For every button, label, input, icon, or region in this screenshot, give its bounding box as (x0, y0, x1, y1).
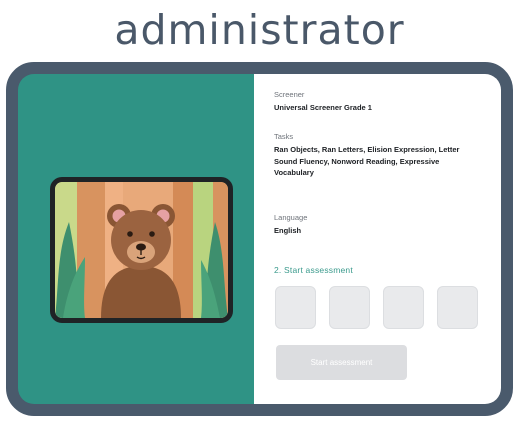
tasks-value: Ran Objects, Ran Letters, Elision Expres… (274, 145, 460, 177)
screener-group: Screener Universal Screener Grade 1 (274, 90, 464, 114)
bear-illustration-icon (55, 182, 228, 318)
screener-value: Universal Screener Grade 1 (274, 103, 372, 112)
start-assessment-button[interactable]: Start assessment (276, 345, 407, 380)
language-label: Language (274, 213, 308, 222)
code-box-2[interactable] (329, 286, 370, 329)
code-box-1[interactable] (275, 286, 316, 329)
start-step-label: 2. Start assessment (274, 265, 353, 275)
assessment-panel: Screener Universal Screener Grade 1 Task… (254, 74, 501, 404)
code-box-4[interactable] (437, 286, 478, 329)
tablet-preview (50, 177, 233, 323)
tasks-group: Tasks Ran Objects, Ran Letters, Elision … (274, 132, 464, 179)
device-frame: Screener Universal Screener Grade 1 Task… (6, 62, 513, 416)
tasks-label: Tasks (274, 132, 294, 141)
preview-panel (18, 74, 254, 404)
code-box-3[interactable] (383, 286, 424, 329)
role-title: administrator (114, 6, 405, 54)
screener-label: Screener (274, 90, 305, 99)
language-group: Language English (274, 213, 464, 237)
language-value: English (274, 226, 302, 235)
